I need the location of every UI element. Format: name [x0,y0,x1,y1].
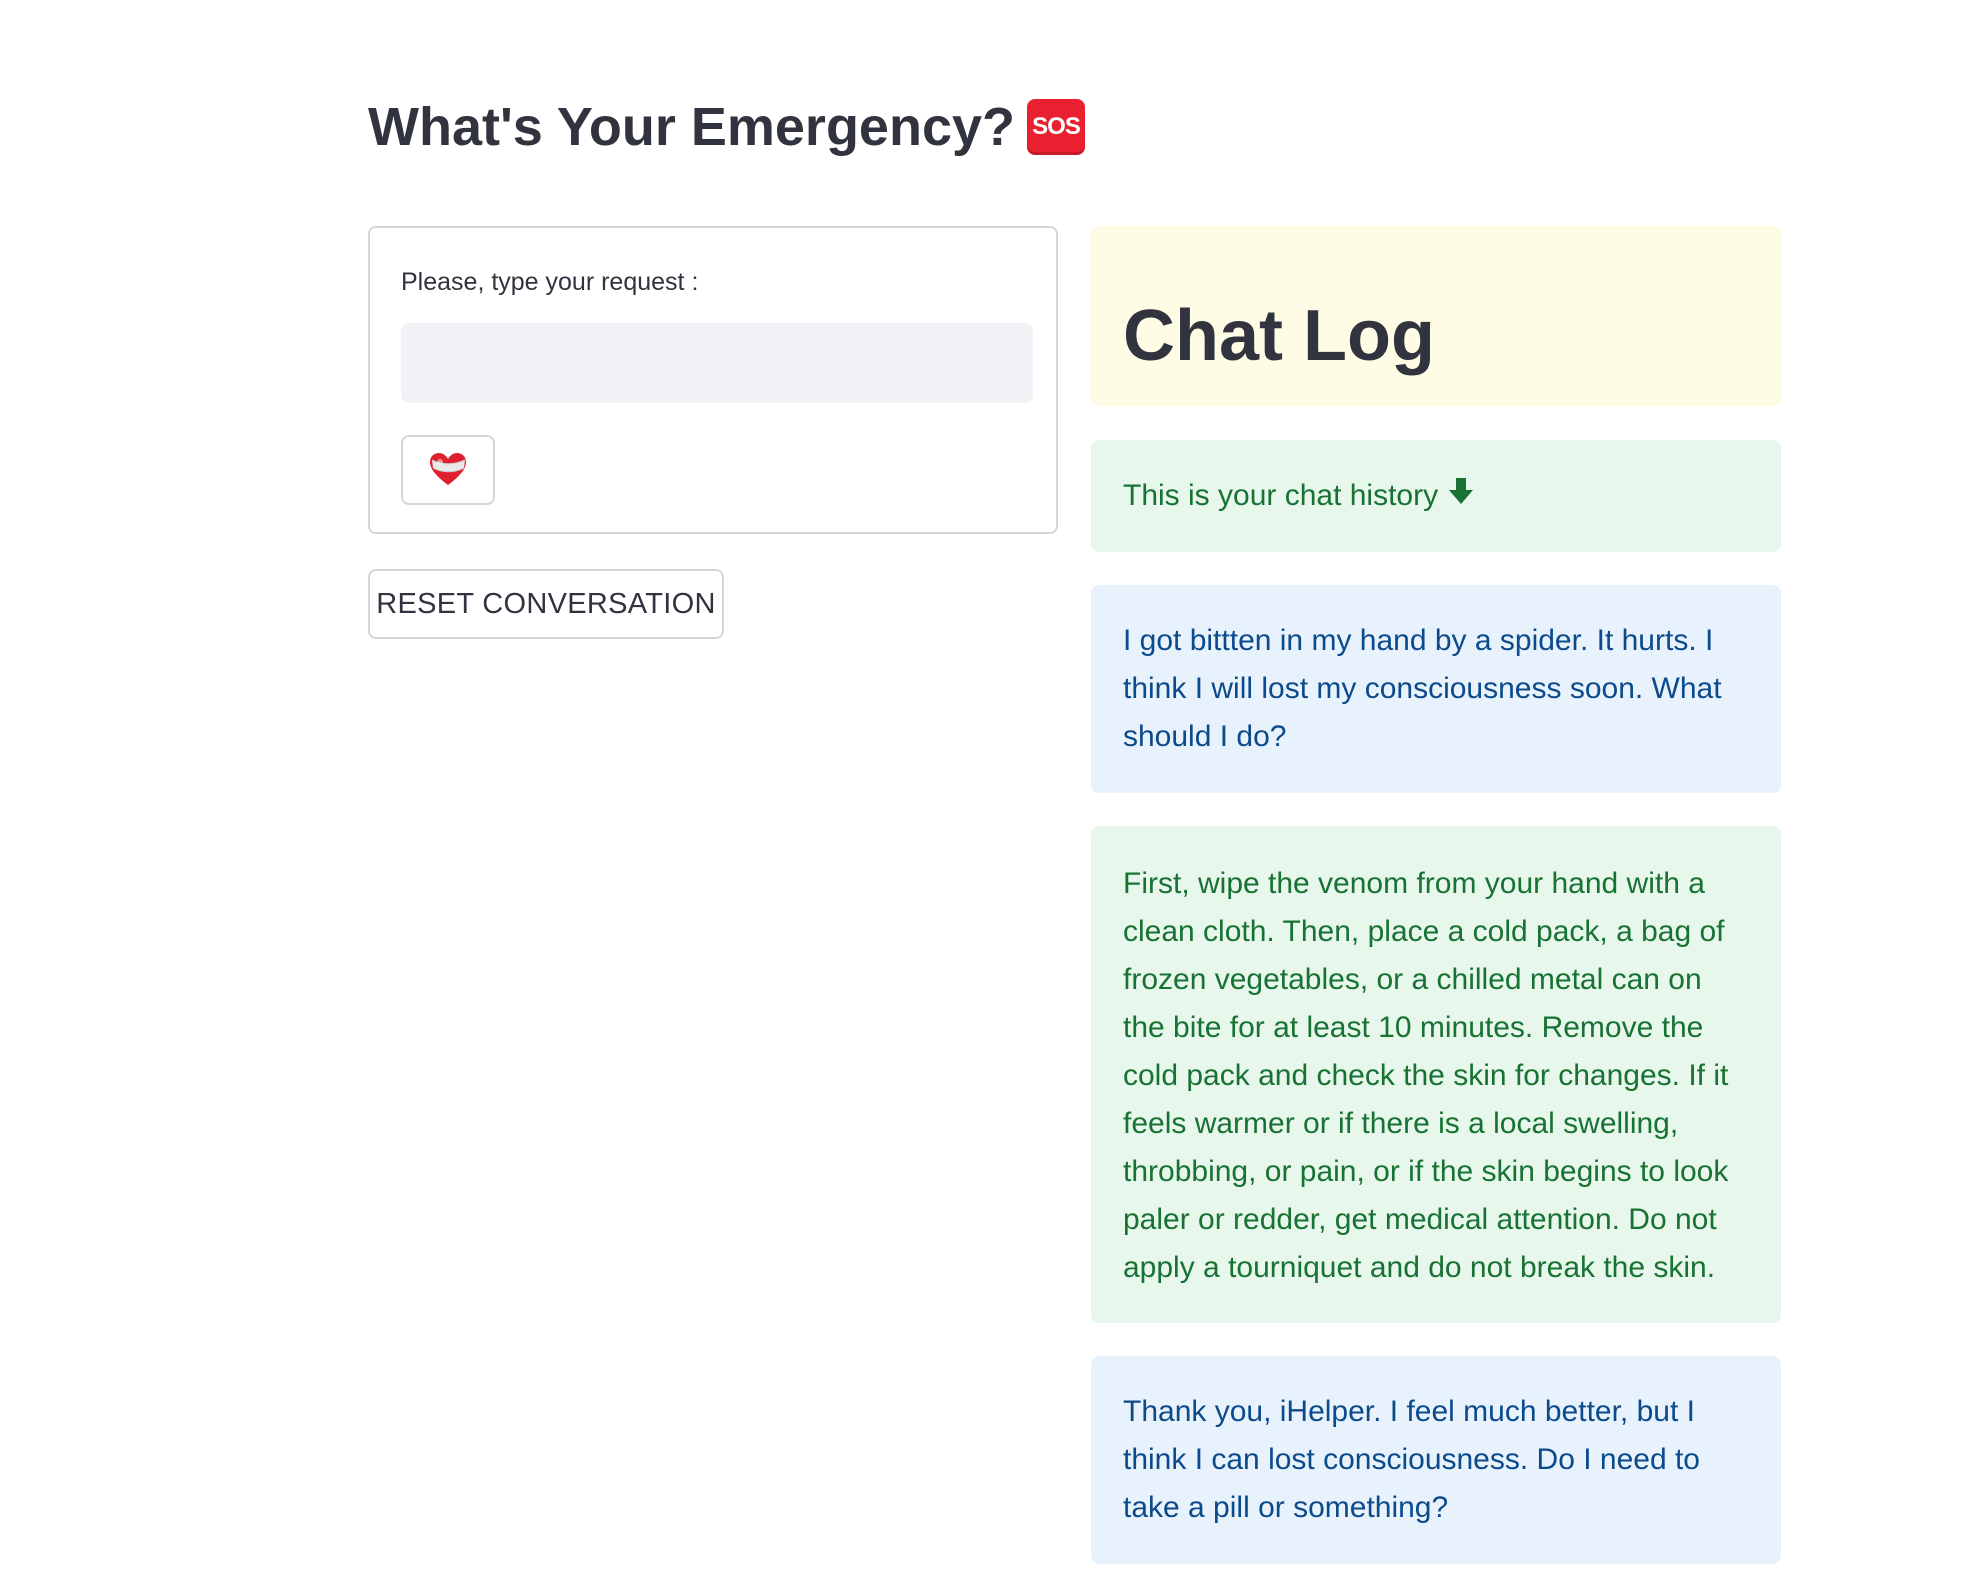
chat-message-text: First, wipe the venom from your hand wit… [1123,867,1729,1284]
chat-message-user: Thank you, iHelper. I feel much better, … [1091,1356,1781,1564]
chat-log-header: Chat Log [1091,226,1781,406]
request-label: Please, type your request : [401,268,699,296]
chat-message-user: I got bittten in my hand by a spider. It… [1091,585,1781,793]
sos-icon: SOS [1027,99,1085,155]
chat-message-assistant: First, wipe the venom from your hand wit… [1091,826,1781,1323]
chat-history-notice: This is your chat history [1091,440,1781,552]
app-page: What's Your Emergency? SOS Please, type … [0,0,1964,1572]
page-title-text: What's Your Emergency? [368,97,1015,157]
page-title: What's Your Emergency? SOS [368,92,1085,162]
request-form: Please, type your request : [368,226,1058,534]
request-input[interactable] [401,323,1033,403]
down-arrow-icon [1448,441,1474,553]
chat-message-text: I got bittten in my hand by a spider. It… [1123,624,1722,753]
chat-log-title: Chat Log [1123,296,1435,376]
chat-message-text: Thank you, iHelper. I feel much better, … [1123,1395,1700,1524]
reset-conversation-button[interactable]: RESET CONVERSATION [368,569,724,639]
mending-heart-icon [428,451,468,490]
chat-history-label: This is your chat history [1123,479,1439,512]
submit-button[interactable] [401,435,495,505]
